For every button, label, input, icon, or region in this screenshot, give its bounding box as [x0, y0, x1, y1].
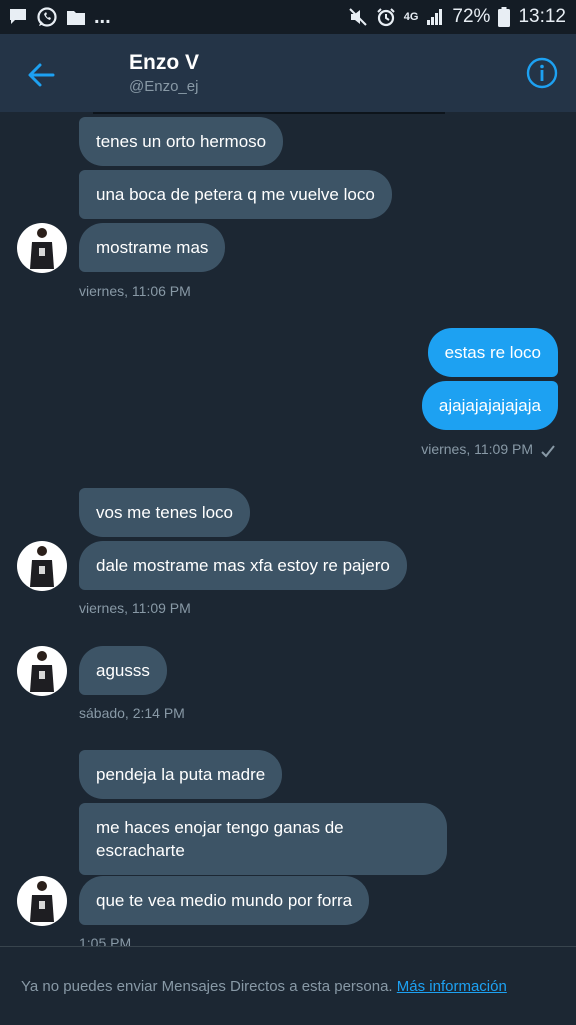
chat-notification-icon	[10, 9, 26, 24]
mute-icon	[349, 8, 367, 26]
avatar[interactable]	[17, 223, 67, 273]
avatar-person-icon	[30, 546, 54, 587]
avatar-person-icon	[30, 228, 54, 269]
message-bubble-incoming[interactable]: una boca de petera q me vuelve loco	[79, 170, 392, 219]
message-bubble-outgoing[interactable]: ajajajajajajaja	[421, 381, 558, 430]
message-timestamp: viernes, 11:06 PM	[79, 283, 191, 299]
message-bubble-incoming[interactable]: mostrame mas	[79, 223, 226, 272]
message-bubble-incoming[interactable]: vos me tenes loco	[79, 488, 251, 537]
message-bubble-incoming[interactable]: me haces enojar tengo ganas de escrachar…	[79, 803, 447, 875]
avatar[interactable]	[17, 541, 67, 591]
message-timestamp: viernes, 11:09 PM	[421, 441, 533, 457]
checkmark-icon	[541, 445, 555, 458]
dm-disabled-footer: Ya no puedes enviar Mensajes Directos a …	[0, 946, 576, 1025]
footer-notice: Ya no puedes enviar Mensajes Directos a …	[21, 978, 507, 995]
status-bar-left: ...	[8, 6, 111, 28]
info-icon[interactable]	[526, 57, 558, 89]
message-bubble-incoming[interactable]: que te vea medio mundo por forra	[79, 876, 370, 925]
battery-icon	[498, 7, 511, 27]
avatar-person-icon	[30, 651, 54, 692]
status-bar: ... 4G 72% 13:12	[0, 0, 576, 34]
scroll-edge	[93, 112, 445, 114]
message-timestamp: sábado, 2:14 PM	[79, 705, 185, 721]
conversation-header: Enzo V @Enzo_ej	[0, 34, 576, 112]
clock: 13:12	[518, 6, 566, 27]
message-timestamp: 1:05 PM	[79, 935, 132, 946]
folder-icon	[67, 11, 85, 25]
network-type: 4G	[403, 11, 419, 23]
message-bubble-outgoing[interactable]: estas re loco	[427, 328, 558, 377]
message-list[interactable]: tenes un orto hermoso una boca de petera…	[0, 112, 576, 946]
avatar[interactable]	[17, 876, 67, 926]
alarm-icon	[377, 8, 395, 27]
message-timestamp: viernes, 11:09 PM	[79, 600, 191, 616]
contact-name: Enzo V	[129, 51, 200, 74]
whatsapp-icon	[37, 7, 57, 27]
message-bubble-incoming[interactable]: tenes un orto hermoso	[79, 117, 284, 166]
back-arrow-icon[interactable]	[26, 60, 56, 90]
message-bubble-incoming[interactable]: agusss	[79, 646, 167, 695]
more-notifications: ...	[94, 6, 111, 28]
message-bubble-incoming[interactable]: pendeja la puta madre	[79, 750, 283, 799]
contact-handle: @Enzo_ej	[129, 78, 199, 95]
status-bar-right: 4G 72% 13:12	[348, 6, 566, 28]
battery-percent: 72%	[452, 6, 491, 27]
avatar[interactable]	[17, 646, 67, 696]
footer-notice-text: Ya no puedes enviar Mensajes Directos a …	[21, 978, 393, 995]
avatar-person-icon	[30, 881, 54, 922]
message-bubble-incoming[interactable]: dale mostrame mas xfa estoy re pajero	[79, 541, 407, 590]
more-info-link[interactable]: Más información	[397, 978, 507, 995]
signal-icon	[427, 9, 443, 25]
